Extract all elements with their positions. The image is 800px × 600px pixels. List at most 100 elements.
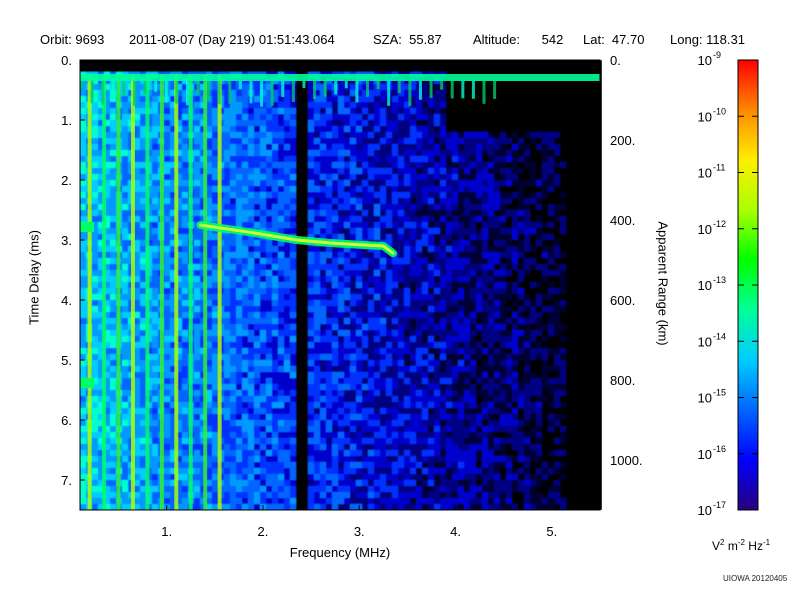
heatmap-cell (560, 168, 566, 174)
heatmap-cell (422, 60, 428, 66)
heatmap-cell (296, 210, 302, 216)
heatmap-cell (92, 258, 98, 264)
heatmap-cell (560, 300, 566, 306)
heatmap-cell (194, 294, 200, 300)
heatmap-cell (314, 336, 320, 342)
heatmap-cell (410, 66, 416, 72)
heatmap-cell (368, 396, 374, 402)
heatmap-cell (416, 252, 422, 258)
heatmap-cell (236, 186, 242, 192)
heatmap-cell (392, 174, 398, 180)
heatmap-cell (236, 198, 242, 204)
heatmap-cell (500, 282, 506, 288)
heatmap-cell (404, 240, 410, 246)
heatmap-cell (182, 168, 188, 174)
heatmap-cell (260, 120, 266, 126)
heatmap-cell (320, 198, 326, 204)
heatmap-cell (518, 246, 524, 252)
heatmap-cell (596, 180, 602, 186)
heatmap-cell (578, 120, 584, 126)
heatmap-cell (332, 66, 338, 72)
heatmap-cell (458, 378, 464, 384)
heatmap-cell (260, 186, 266, 192)
heatmap-cell (80, 90, 86, 96)
heatmap-cell (530, 162, 536, 168)
heatmap-cell (458, 294, 464, 300)
heatmap-cell (224, 216, 230, 222)
heatmap-cell (446, 240, 452, 246)
heatmap-cell (122, 348, 128, 354)
heatmap-cell (386, 324, 392, 330)
heatmap-cell (254, 372, 260, 378)
heatmap-cell (434, 396, 440, 402)
heatmap-cell (536, 270, 542, 276)
heatmap-cell (212, 336, 218, 342)
heatmap-cell (596, 348, 602, 354)
heatmap-cell (488, 258, 494, 264)
heatmap-cell (416, 108, 422, 114)
heatmap-cell (314, 222, 320, 228)
heatmap-cell (254, 156, 260, 162)
heatmap-cell (554, 312, 560, 318)
heatmap-cell (452, 330, 458, 336)
heatmap-cell (542, 276, 548, 282)
heatmap-cell (338, 324, 344, 330)
heatmap-cell (440, 384, 446, 390)
heatmap-cell (314, 348, 320, 354)
heatmap-cell (512, 216, 518, 222)
heatmap-cell (518, 324, 524, 330)
heatmap-cell (572, 276, 578, 282)
heatmap-cell (446, 330, 452, 336)
heatmap-cell (326, 126, 332, 132)
heatmap-cell (596, 342, 602, 348)
heatmap-cell (320, 306, 326, 312)
heatmap-cell (140, 210, 146, 216)
heatmap-cell (140, 180, 146, 186)
heatmap-cell (422, 186, 428, 192)
heatmap-cell (140, 402, 146, 408)
heatmap-cell (152, 180, 158, 186)
heatmap-cell (152, 390, 158, 396)
heatmap-cell (212, 234, 218, 240)
heatmap-cell (350, 84, 356, 90)
heatmap-cell (362, 390, 368, 396)
heatmap-cell (590, 300, 596, 306)
heatmap-cell (524, 246, 530, 252)
heatmap-cell (536, 360, 542, 366)
heatmap-cell (314, 60, 320, 66)
heatmap-cell (356, 222, 362, 228)
heatmap-cell (404, 288, 410, 294)
heatmap-cell (320, 186, 326, 192)
heatmap-cell (380, 180, 386, 186)
heatmap-cell (518, 228, 524, 234)
heatmap-cell (422, 390, 428, 396)
heatmap-cell (578, 252, 584, 258)
heatmap-cell (548, 90, 554, 96)
heatmap-cell (350, 114, 356, 120)
heatmap-cell (428, 198, 434, 204)
heatmap-cell (194, 312, 200, 318)
heatmap-cell (290, 378, 296, 384)
heatmap-cell (290, 330, 296, 336)
heatmap-cell (122, 330, 128, 336)
heatmap-cell (554, 186, 560, 192)
heatmap-cell (338, 276, 344, 282)
heatmap-cell (512, 198, 518, 204)
heatmap-cell (440, 246, 446, 252)
heatmap-cell (428, 300, 434, 306)
heatmap-cell (560, 120, 566, 126)
heatmap-cell (350, 264, 356, 270)
heatmap-cell (326, 174, 332, 180)
heatmap-cell (254, 222, 260, 228)
heatmap-cell (338, 342, 344, 348)
heatmap-cell (584, 132, 590, 138)
heatmap-cell (452, 396, 458, 402)
heatmap-cell (524, 264, 530, 270)
heatmap-cell (386, 288, 392, 294)
heatmap-cell (146, 66, 152, 72)
heatmap-cell (260, 378, 266, 384)
heatmap-cell (548, 348, 554, 354)
heatmap-cell (524, 66, 530, 72)
heatmap-cell (344, 96, 350, 102)
heatmap-cell (578, 330, 584, 336)
